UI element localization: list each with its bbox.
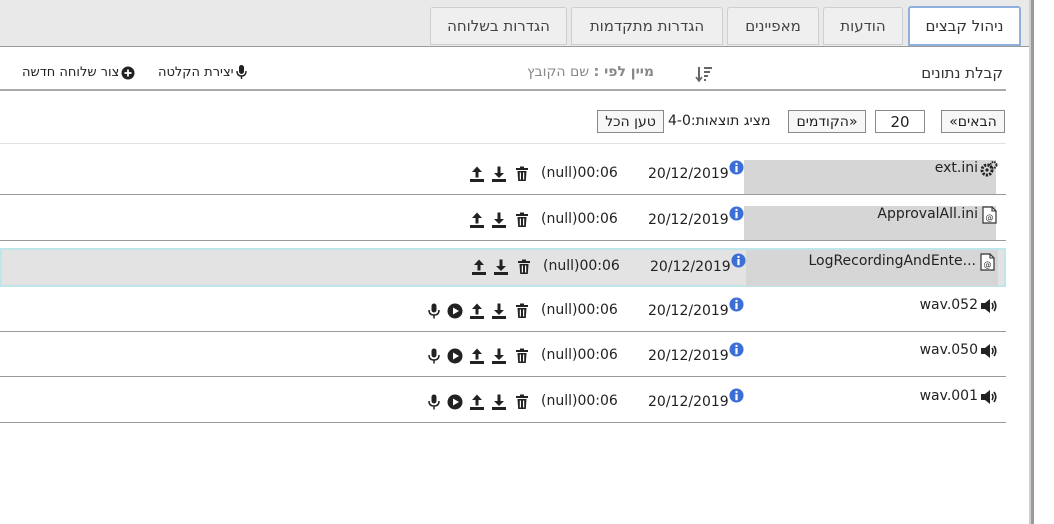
load-all-button[interactable]: טען הכל xyxy=(597,110,664,133)
info-icon[interactable] xyxy=(729,297,744,312)
file-date: 20/12/2019 xyxy=(648,394,729,410)
download-icon[interactable] xyxy=(491,394,507,410)
tab-file-management[interactable]: ניהול קבצים xyxy=(908,6,1021,46)
download-icon[interactable] xyxy=(491,166,507,182)
file-row[interactable]: ApprovalAll.ini 20/12/2019 (null)00:06 xyxy=(0,196,1006,241)
record-icon[interactable] xyxy=(426,348,442,364)
file-name[interactable]: ApprovalAll.ini xyxy=(877,206,978,222)
download-icon[interactable] xyxy=(491,348,507,364)
record-icon[interactable] xyxy=(426,303,442,319)
file-duration: (null)00:06 xyxy=(541,347,618,363)
results-count: מציג תוצאות:4-0 xyxy=(668,113,771,129)
play-icon[interactable] xyxy=(447,303,463,319)
speaker-icon xyxy=(980,388,998,406)
speaker-icon xyxy=(980,297,998,315)
create-recording-link[interactable]: יצירת הקלטה xyxy=(158,65,247,80)
info-icon[interactable] xyxy=(729,388,744,403)
file-date: 20/12/2019 xyxy=(650,259,731,275)
play-icon[interactable] xyxy=(447,348,463,364)
file-duration: (null)00:06 xyxy=(541,393,618,409)
upload-icon[interactable] xyxy=(469,212,485,228)
upload-icon[interactable] xyxy=(471,259,487,275)
pagination-divider xyxy=(0,143,1006,144)
info-icon[interactable] xyxy=(729,206,744,221)
file-name[interactable]: wav.001 xyxy=(920,388,978,404)
file-row[interactable]: wav.052 20/12/2019 (null)00:06 xyxy=(0,287,1006,332)
play-icon[interactable] xyxy=(447,394,463,410)
sort-value: שם הקובץ xyxy=(527,64,594,80)
sort-icon[interactable] xyxy=(695,65,713,83)
file-name[interactable]: wav.050 xyxy=(920,342,978,358)
delete-icon[interactable] xyxy=(514,303,530,319)
create-extension-label: צור שלוחה חדשה xyxy=(22,65,120,80)
file-row[interactable]: wav.050 20/12/2019 (null)00:06 xyxy=(0,332,1006,377)
create-extension-link[interactable]: צור שלוחה חדשה xyxy=(22,65,135,80)
frame-edge-dark xyxy=(1031,0,1034,524)
file-date: 20/12/2019 xyxy=(648,166,729,182)
tab-advanced-settings[interactable]: הגדרות מתקדמות xyxy=(571,7,723,45)
ini-file-icon xyxy=(978,253,996,271)
tab-extension-settings[interactable]: הגדרות בשלוחה xyxy=(430,7,567,45)
previous-page-button[interactable]: הקודמים» xyxy=(788,110,866,133)
gears-icon xyxy=(980,160,998,178)
file-duration: (null)00:06 xyxy=(541,211,618,227)
delete-icon[interactable] xyxy=(514,348,530,364)
create-recording-label: יצירת הקלטה xyxy=(158,65,234,80)
file-duration: (null)00:06 xyxy=(541,165,618,181)
file-duration: (null)00:06 xyxy=(543,258,620,274)
upload-icon[interactable] xyxy=(469,303,485,319)
delete-icon[interactable] xyxy=(514,394,530,410)
file-name[interactable]: wav.052 xyxy=(920,297,978,313)
file-date: 20/12/2019 xyxy=(648,348,729,364)
file-name[interactable]: LogRecordingAndEnte... xyxy=(808,253,976,269)
info-icon[interactable] xyxy=(729,160,744,175)
download-icon[interactable] xyxy=(491,212,507,228)
delete-icon[interactable] xyxy=(514,212,530,228)
tab-bar: ניהול קבצים הודעות מאפיינים הגדרות מתקדמ… xyxy=(0,0,1029,47)
upload-icon[interactable] xyxy=(469,394,485,410)
file-row[interactable]: wav.001 20/12/2019 (null)00:06 xyxy=(0,378,1006,423)
file-row[interactable]: LogRecordingAndEnte... 20/12/2019 (null)00… xyxy=(0,248,1006,287)
info-icon[interactable] xyxy=(731,253,746,268)
sort-by-label[interactable]: מיין לפי : שם הקובץ xyxy=(527,64,654,80)
tab-messages[interactable]: הודעות xyxy=(823,7,903,45)
delete-icon[interactable] xyxy=(516,259,532,275)
page-size-input[interactable] xyxy=(875,110,925,133)
file-row[interactable]: ext.ini 20/12/2019 (null)00:06 xyxy=(0,150,1006,195)
toolbar-divider xyxy=(0,89,1006,91)
tab-properties[interactable]: מאפיינים xyxy=(727,7,819,45)
file-date: 20/12/2019 xyxy=(648,303,729,319)
sort-prefix: מיין לפי : xyxy=(593,64,654,80)
plus-circle-icon xyxy=(121,66,135,79)
file-duration: (null)00:06 xyxy=(541,302,618,318)
upload-icon[interactable] xyxy=(469,166,485,182)
toolbar-title: קבלת נתונים xyxy=(921,64,1003,82)
upload-icon[interactable] xyxy=(469,348,485,364)
speaker-icon xyxy=(980,342,998,360)
record-icon[interactable] xyxy=(426,394,442,410)
download-icon[interactable] xyxy=(493,259,509,275)
file-date: 20/12/2019 xyxy=(648,212,729,228)
file-name[interactable]: ext.ini xyxy=(935,160,978,176)
ini-file-icon xyxy=(980,206,998,224)
microphone-icon xyxy=(235,65,247,79)
download-icon[interactable] xyxy=(491,303,507,319)
delete-icon[interactable] xyxy=(514,166,530,182)
next-page-button[interactable]: «הבאים xyxy=(941,110,1005,133)
info-icon[interactable] xyxy=(729,342,744,357)
